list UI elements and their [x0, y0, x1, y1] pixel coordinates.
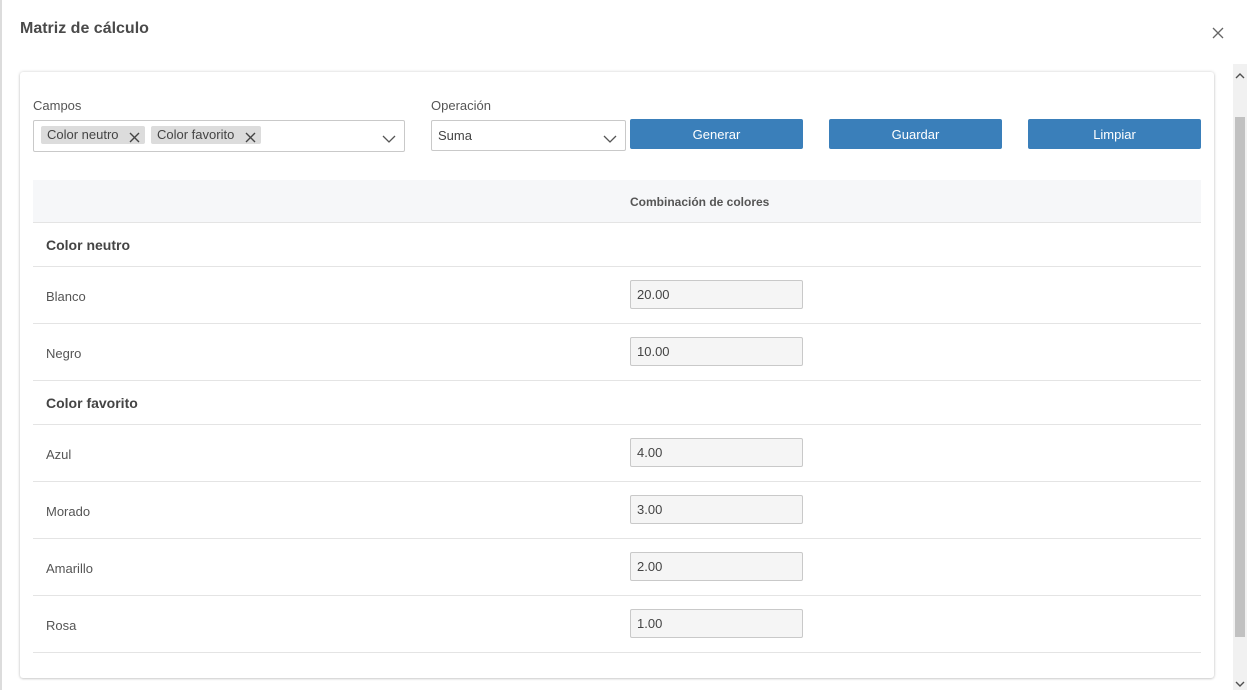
table-row: Amarillo	[33, 539, 1201, 596]
scroll-up-button[interactable]	[1235, 68, 1245, 79]
campos-dropdown-toggle[interactable]	[382, 131, 396, 143]
table-row: Blanco	[33, 267, 1201, 324]
chip-remove-button[interactable]	[129, 130, 140, 143]
dialog-title: Matriz de cálculo	[20, 20, 149, 37]
operacion-dropdown-toggle[interactable]	[603, 131, 617, 143]
close-button[interactable]	[1208, 23, 1228, 43]
scrollbar-thumb[interactable]	[1235, 117, 1245, 637]
row-label: Morado	[46, 504, 91, 519]
chevron-up-icon	[1235, 73, 1245, 79]
x-icon	[129, 132, 140, 143]
column-header-combinacion: Combinación de colores	[630, 195, 770, 209]
operacion-label: Operación	[431, 98, 491, 113]
value-input-blanco[interactable]	[630, 280, 803, 309]
table-header: Combinación de colores	[33, 180, 1201, 223]
row-label: Rosa	[46, 618, 77, 633]
value-input-azul[interactable]	[630, 438, 803, 467]
row-label: Blanco	[46, 289, 86, 304]
value-input-negro[interactable]	[630, 337, 803, 366]
campos-multiselect[interactable]: Color neutro Color favorito	[33, 120, 405, 152]
operacion-value: Suma	[438, 128, 472, 143]
row-label: Amarillo	[46, 561, 93, 576]
window-edge	[0, 0, 2, 690]
group-label: Color favorito	[46, 395, 138, 411]
chip-color-neutro: Color neutro	[41, 126, 145, 144]
chip-color-favorito: Color favorito	[151, 126, 261, 144]
table-row: Rosa	[33, 596, 1201, 653]
chevron-down-icon	[603, 135, 617, 143]
group-row-color-neutro: Color neutro	[33, 223, 1201, 267]
operacion-select[interactable]: Suma	[431, 120, 626, 151]
table-row: Negro	[33, 324, 1201, 381]
chevron-down-icon	[1235, 681, 1245, 687]
chevron-down-icon	[382, 135, 396, 143]
row-label: Azul	[46, 447, 72, 462]
chip-label: Color favorito	[157, 127, 235, 142]
close-icon	[1212, 27, 1224, 39]
campos-label: Campos	[33, 98, 82, 113]
limpiar-button[interactable]: Limpiar	[1028, 119, 1201, 149]
group-row-color-favorito: Color favorito	[33, 381, 1201, 425]
value-input-rosa[interactable]	[630, 609, 803, 638]
matrix-card: Campos Color neutro Color favorito Opera…	[20, 72, 1214, 678]
table-row: Morado	[33, 482, 1201, 539]
guardar-button[interactable]: Guardar	[829, 119, 1002, 149]
chip-label: Color neutro	[47, 127, 119, 142]
table-row: Azul	[33, 425, 1201, 482]
scroll-down-button[interactable]	[1235, 676, 1245, 687]
group-label: Color neutro	[46, 237, 130, 253]
value-input-morado[interactable]	[630, 495, 803, 524]
chip-remove-button[interactable]	[245, 130, 256, 143]
row-label: Negro	[46, 346, 82, 361]
vertical-scrollbar[interactable]	[1233, 64, 1247, 690]
generar-button[interactable]: Generar	[630, 119, 803, 149]
x-icon	[245, 132, 256, 143]
value-input-amarillo[interactable]	[630, 552, 803, 581]
